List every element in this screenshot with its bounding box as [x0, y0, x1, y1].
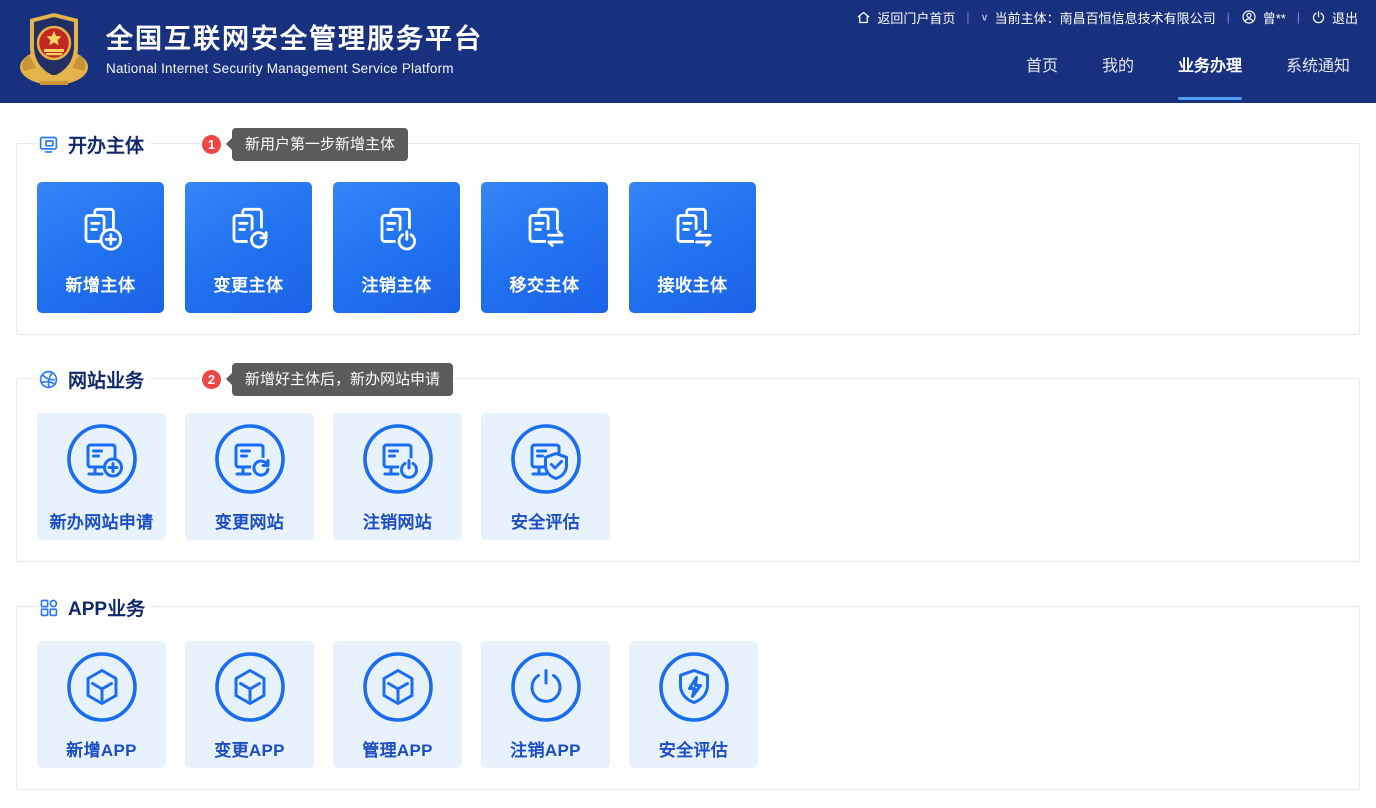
- section-title: APP业务: [68, 594, 145, 621]
- card-cancel-subject[interactable]: 注销主体: [333, 182, 460, 313]
- app-box-icon: [64, 649, 140, 725]
- app-box-icon: [360, 649, 436, 725]
- globe-icon: [38, 369, 59, 390]
- step-badge: 1: [202, 135, 221, 154]
- platform-title: 全国互联网安全管理服务平台: [106, 24, 483, 55]
- main-nav: 首页 我的 业务办理 系统通知: [1026, 52, 1350, 82]
- monitor-power-icon: [360, 421, 436, 497]
- main-content: 开办主体 1 新用户第一步新增主体 新增主体: [16, 143, 1360, 790]
- card-security-assessment-website[interactable]: 安全评估: [481, 413, 610, 540]
- home-icon: [856, 10, 871, 25]
- card-security-assessment-app[interactable]: 安全评估: [629, 641, 758, 768]
- police-badge-logo: [16, 9, 92, 91]
- card-transfer-subject[interactable]: 移交主体: [481, 182, 608, 313]
- current-subject-label: 当前主体：南昌百恒信息技术有限公司: [995, 8, 1216, 27]
- card-cancel-app[interactable]: 注销APP: [481, 641, 610, 768]
- app-cards: 新增APP 变更APP: [37, 641, 1339, 768]
- chevron-down-icon: ∨: [981, 11, 989, 23]
- app-box-icon: [212, 649, 288, 725]
- section-title: 开办主体: [68, 131, 144, 158]
- monitor-plus-icon: [64, 421, 140, 497]
- brand: 全国互联网安全管理服务平台 National Internet Security…: [16, 9, 483, 91]
- user-icon: [1241, 9, 1257, 25]
- nav-tab-mine[interactable]: 我的: [1102, 52, 1134, 82]
- card-add-subject[interactable]: 新增主体: [37, 182, 164, 313]
- card-receive-subject[interactable]: 接收主体: [629, 182, 756, 313]
- divider: |: [966, 10, 969, 24]
- card-change-app[interactable]: 变更APP: [185, 641, 314, 768]
- logout-label: 退出: [1332, 8, 1358, 27]
- doc-transfer-icon: [516, 200, 574, 258]
- card-change-subject[interactable]: 变更主体: [185, 182, 312, 313]
- doc-power-icon: [368, 200, 426, 258]
- section-subject-head: 开办主体 1 新用户第一步新增主体: [38, 127, 408, 161]
- current-subject-selector[interactable]: ∨ 当前主体：南昌百恒信息技术有限公司: [981, 8, 1216, 27]
- username: 曾**: [1263, 8, 1286, 27]
- header-bar: 返回门户首页 | ∨ 当前主体：南昌百恒信息技术有限公司 | 曾** |: [0, 0, 1376, 103]
- back-to-portal-label: 返回门户首页: [877, 8, 955, 27]
- platform-subtitle: National Internet Security Management Se…: [106, 61, 483, 76]
- section-website-head: 网站业务 2 新增好主体后，新办网站申请: [38, 362, 453, 396]
- card-new-website-application[interactable]: 新办网站申请: [37, 413, 166, 540]
- power-circle-icon: [508, 649, 584, 725]
- user-menu[interactable]: 曾**: [1241, 8, 1286, 27]
- website-cards: 新办网站申请 变更网站: [37, 413, 1339, 540]
- doc-plus-icon: [72, 200, 130, 258]
- back-to-portal-link[interactable]: 返回门户首页: [856, 8, 955, 27]
- doc-refresh-icon: [220, 200, 278, 258]
- browser-window-icon: [38, 134, 59, 155]
- step-badge: 2: [202, 370, 221, 389]
- card-manage-app[interactable]: 管理APP: [333, 641, 462, 768]
- section-website: 网站业务 2 新增好主体后，新办网站申请: [16, 378, 1360, 562]
- divider: |: [1227, 10, 1230, 24]
- doc-receive-icon: [664, 200, 722, 258]
- divider: |: [1297, 10, 1300, 24]
- step-tooltip: 新增好主体后，新办网站申请: [232, 363, 453, 396]
- section-app: APP业务 新增APP: [16, 606, 1360, 790]
- section-subject: 开办主体 1 新用户第一步新增主体 新增主体: [16, 143, 1360, 335]
- card-add-app[interactable]: 新增APP: [37, 641, 166, 768]
- step-tooltip: 新用户第一步新增主体: [232, 128, 408, 161]
- nav-tab-home[interactable]: 首页: [1026, 52, 1058, 82]
- monitor-refresh-icon: [212, 421, 288, 497]
- card-change-website[interactable]: 变更网站: [185, 413, 314, 540]
- nav-tab-business[interactable]: 业务办理: [1178, 52, 1242, 82]
- power-icon: [1311, 10, 1326, 25]
- monitor-shield-icon: [508, 421, 584, 497]
- app-grid-icon: [38, 597, 59, 618]
- section-title: 网站业务: [68, 366, 144, 393]
- card-cancel-website[interactable]: 注销网站: [333, 413, 462, 540]
- shield-bolt-icon: [656, 649, 732, 725]
- subject-cards: 新增主体 变更主体: [37, 182, 1339, 313]
- section-app-head: APP业务: [38, 590, 151, 624]
- nav-tab-notifications[interactable]: 系统通知: [1286, 52, 1350, 82]
- logout-button[interactable]: 退出: [1311, 8, 1358, 27]
